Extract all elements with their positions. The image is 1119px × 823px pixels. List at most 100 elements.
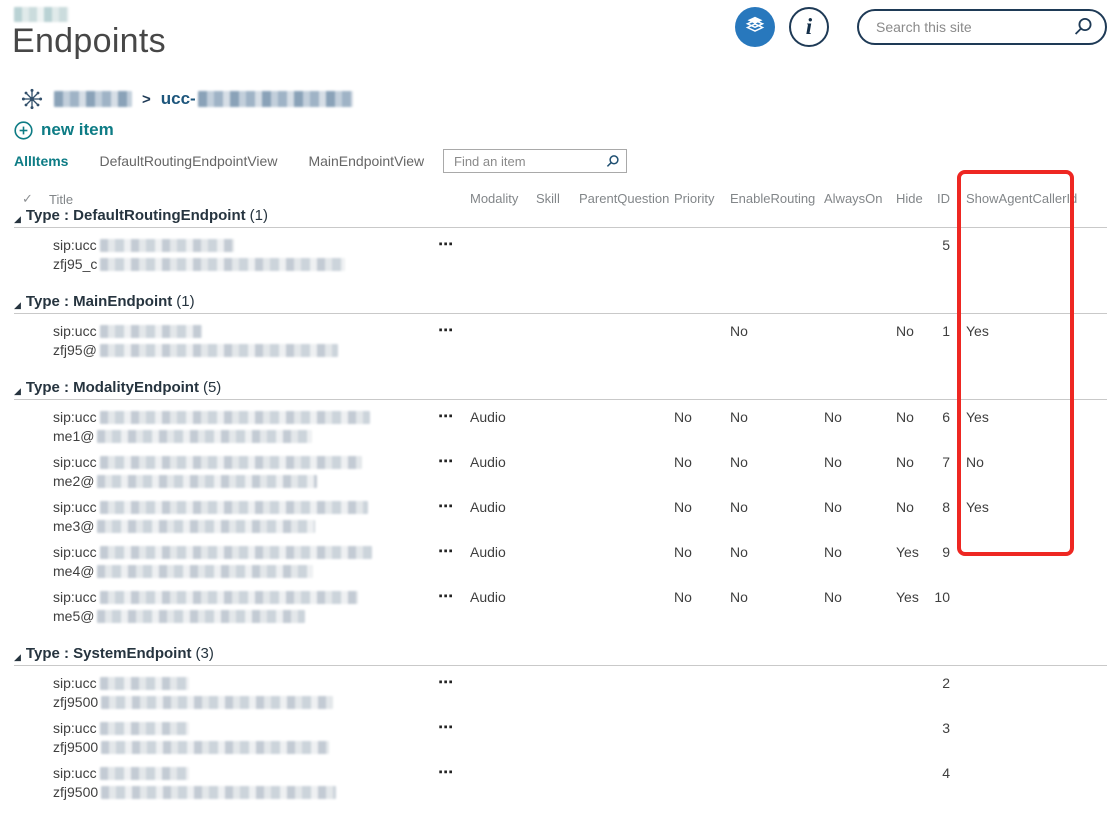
select-all-checkmark[interactable]: ✓ bbox=[14, 191, 45, 207]
row-menu-ellipsis[interactable]: ⋯ bbox=[438, 543, 466, 581]
table-row[interactable]: sip:ucc zfj9500 ⋯ bbox=[14, 756, 1107, 801]
title-line2-redacted bbox=[100, 344, 338, 357]
enablerouting-cell: No bbox=[726, 543, 820, 581]
group-header[interactable]: ◢ Type : SystemEndpoint (3) bbox=[14, 645, 1107, 666]
skill-cell bbox=[532, 588, 575, 626]
showagentcallerid-cell bbox=[950, 588, 1107, 626]
hide-cell: No bbox=[892, 453, 928, 491]
column-header-alwayson[interactable]: AlwaysOn bbox=[820, 191, 892, 207]
hide-cell: No bbox=[892, 322, 928, 360]
find-an-item-box[interactable] bbox=[443, 149, 627, 173]
breadcrumb-current-prefix: ucc- bbox=[161, 89, 196, 109]
enablerouting-cell bbox=[726, 674, 820, 712]
title-line1-redacted bbox=[100, 411, 370, 424]
title-line1-prefix: sip:ucc bbox=[53, 719, 97, 738]
column-header-priority[interactable]: Priority bbox=[670, 191, 726, 207]
column-header-enablerouting[interactable]: EnableRouting bbox=[726, 191, 820, 207]
table-row[interactable]: sip:ucc zfj9500 ⋯ bbox=[14, 711, 1107, 756]
skill-cell bbox=[532, 719, 575, 757]
title-line1-redacted bbox=[100, 546, 372, 559]
view-tab-allitems[interactable]: AllItems bbox=[14, 153, 68, 169]
hide-cell: No bbox=[892, 408, 928, 446]
site-search-box[interactable] bbox=[857, 9, 1107, 45]
new-item-button[interactable]: new item bbox=[14, 119, 114, 141]
table-row[interactable]: sip:ucc zfj9500 ⋯ bbox=[14, 666, 1107, 711]
row-menu-ellipsis[interactable]: ⋯ bbox=[438, 588, 466, 626]
title-cell[interactable]: sip:ucc me4@ bbox=[14, 543, 438, 581]
hide-cell: Yes bbox=[892, 543, 928, 581]
table-row[interactable]: sip:ucc me1@ ⋯ Audio No No No No bbox=[14, 400, 1107, 445]
title-line1-prefix: sip:ucc bbox=[53, 453, 97, 472]
title-line2-redacted bbox=[97, 565, 313, 578]
table-row[interactable]: sip:ucc me3@ ⋯ Audio No No No No bbox=[14, 490, 1107, 535]
row-menu-ellipsis[interactable]: ⋯ bbox=[438, 453, 466, 491]
modality-cell bbox=[466, 236, 532, 274]
column-header-parentquestion[interactable]: ParentQuestion bbox=[575, 191, 670, 207]
row-menu-ellipsis[interactable]: ⋯ bbox=[438, 408, 466, 446]
column-header-id[interactable]: ID bbox=[928, 191, 950, 207]
library-books-button[interactable] bbox=[735, 7, 775, 47]
modality-cell bbox=[466, 322, 532, 360]
column-header-showagentcallerid[interactable]: ShowAgentCallerId bbox=[950, 191, 1107, 207]
breadcrumb-separator: > bbox=[142, 91, 151, 108]
column-header-title[interactable]: Title bbox=[45, 192, 73, 207]
title-cell[interactable]: sip:ucc zfj95@ bbox=[14, 322, 438, 360]
row-menu-ellipsis[interactable]: ⋯ bbox=[438, 498, 466, 536]
enablerouting-cell bbox=[726, 764, 820, 802]
title-cell[interactable]: sip:ucc zfj9500 bbox=[14, 719, 438, 757]
row-menu-ellipsis[interactable]: ⋯ bbox=[438, 322, 466, 360]
alwayson-cell bbox=[820, 322, 892, 360]
title-cell[interactable]: sip:ucc me5@ bbox=[14, 588, 438, 626]
title-cell[interactable]: sip:ucc zfj9500 bbox=[14, 674, 438, 712]
breadcrumb-parent-redacted[interactable] bbox=[54, 91, 132, 107]
title-cell[interactable]: sip:ucc me3@ bbox=[14, 498, 438, 536]
showagentcallerid-cell bbox=[950, 674, 1107, 712]
title-cell[interactable]: sip:ucc me1@ bbox=[14, 408, 438, 446]
row-menu-ellipsis[interactable]: ⋯ bbox=[438, 764, 466, 802]
group-header[interactable]: ◢ Type : ModalityEndpoint (5) bbox=[14, 379, 1107, 400]
skill-cell bbox=[532, 236, 575, 274]
find-an-item-input[interactable] bbox=[452, 153, 605, 170]
view-tab-mainendpointview[interactable]: MainEndpointView bbox=[308, 153, 424, 169]
title-cell[interactable]: sip:ucc me2@ bbox=[14, 453, 438, 491]
title-cell[interactable]: sip:ucc zfj9500 bbox=[14, 764, 438, 802]
column-header-modality[interactable]: Modality bbox=[466, 191, 532, 207]
title-line2-redacted bbox=[101, 786, 336, 799]
view-tab-defaultroutingendpointview[interactable]: DefaultRoutingEndpointView bbox=[99, 153, 277, 169]
priority-cell: No bbox=[670, 498, 726, 536]
group-header[interactable]: ◢ Type : MainEndpoint (1) bbox=[14, 293, 1107, 314]
site-search-input[interactable] bbox=[874, 18, 1072, 36]
title-line2-prefix: zfj95_c bbox=[53, 255, 97, 274]
alwayson-cell: No bbox=[820, 543, 892, 581]
enablerouting-cell: No bbox=[726, 322, 820, 360]
column-header-skill[interactable]: Skill bbox=[532, 191, 575, 207]
id-cell: 2 bbox=[928, 674, 950, 712]
table-row[interactable]: sip:ucc zfj95@ ⋯ No No bbox=[14, 314, 1107, 359]
table-row[interactable]: sip:ucc zfj95_c ⋯ bbox=[14, 228, 1107, 273]
row-menu-ellipsis[interactable]: ⋯ bbox=[438, 236, 466, 274]
table-row[interactable]: sip:ucc me2@ ⋯ Audio No No No No bbox=[14, 445, 1107, 490]
group-header[interactable]: ◢ Type : DefaultRoutingEndpoint (1) bbox=[14, 207, 1107, 228]
parentquestion-cell bbox=[575, 322, 670, 360]
showagentcallerid-cell: Yes bbox=[950, 322, 1107, 360]
title-cell[interactable]: sip:ucc zfj95_c bbox=[14, 236, 438, 274]
showagentcallerid-cell: Yes bbox=[950, 408, 1107, 446]
column-header-hide[interactable]: Hide bbox=[892, 191, 928, 207]
find-magnifier-icon[interactable] bbox=[605, 154, 620, 169]
info-button[interactable]: i bbox=[789, 7, 829, 47]
id-cell: 6 bbox=[928, 408, 950, 446]
table-row[interactable]: sip:ucc me5@ ⋯ Audio No No No Yes bbox=[14, 580, 1107, 625]
site-name-redacted bbox=[14, 7, 69, 22]
id-cell: 8 bbox=[928, 498, 950, 536]
table-row[interactable]: sip:ucc me4@ ⋯ Audio No No No Yes bbox=[14, 535, 1107, 580]
breadcrumb: > ucc- bbox=[20, 85, 353, 113]
magnifier-icon[interactable] bbox=[1072, 16, 1094, 38]
row-menu-ellipsis[interactable]: ⋯ bbox=[438, 719, 466, 757]
breadcrumb-current[interactable]: ucc- bbox=[161, 89, 353, 109]
endpoints-list: ✓ Title Modality Skill ParentQuestion Pr… bbox=[14, 185, 1107, 821]
alwayson-cell bbox=[820, 764, 892, 802]
new-item-label: new item bbox=[41, 120, 114, 140]
title-line1-redacted bbox=[100, 677, 189, 690]
row-menu-ellipsis[interactable]: ⋯ bbox=[438, 674, 466, 712]
skill-cell bbox=[532, 408, 575, 446]
